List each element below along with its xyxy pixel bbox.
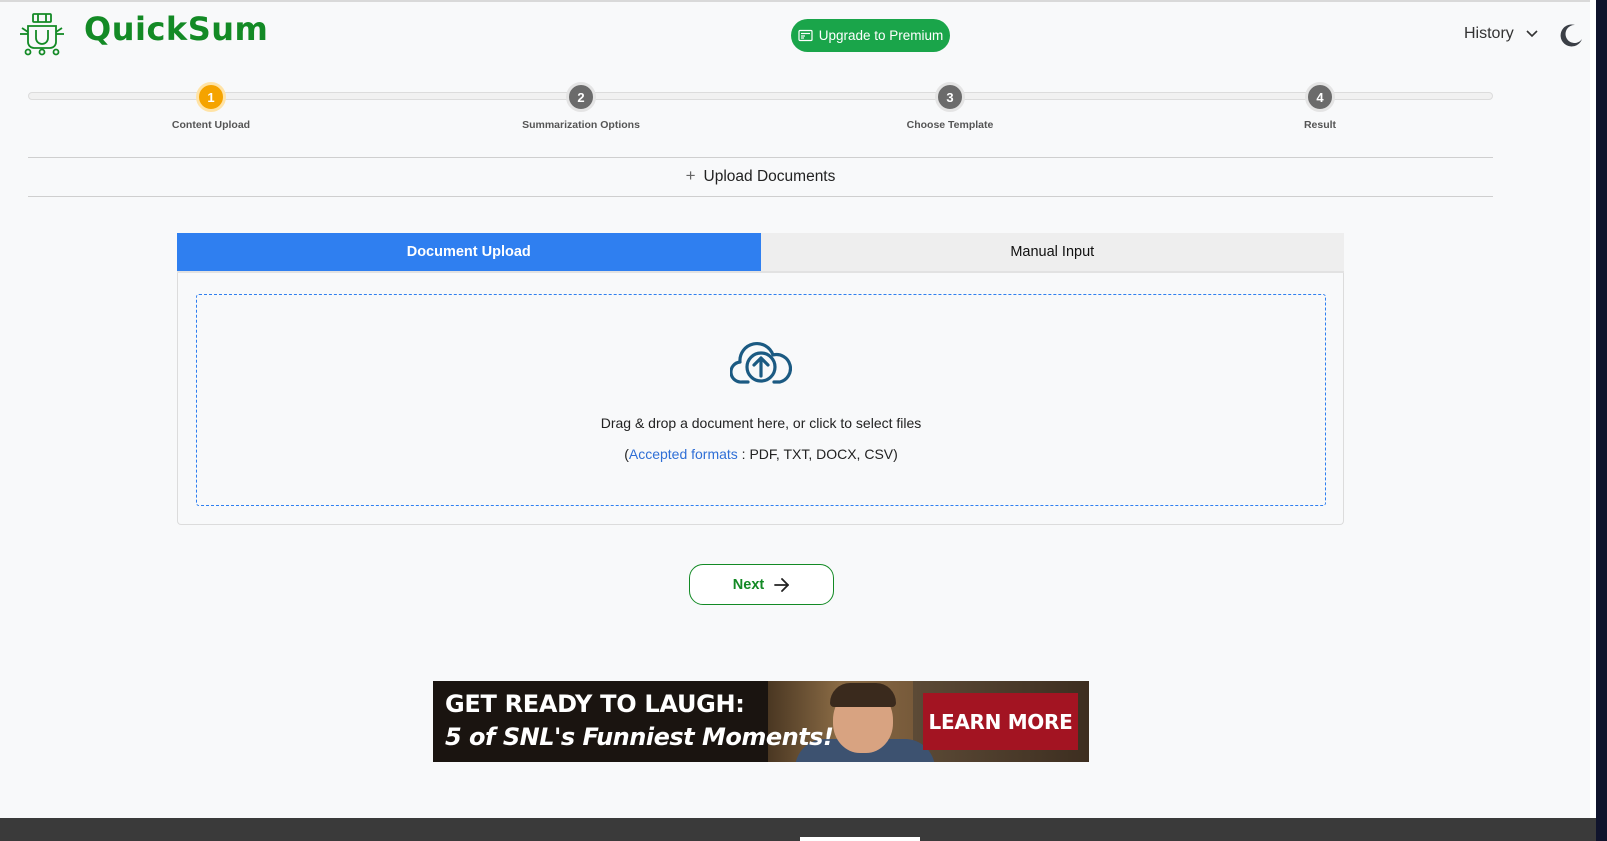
footer-strip [800, 837, 920, 841]
ad-subheadline: 5 of SNL's Funniest Moments! [445, 723, 834, 751]
divider [28, 157, 1493, 158]
top-border [0, 0, 1607, 2]
chevron-down-icon [1526, 30, 1538, 38]
step-label: Choose Template [906, 119, 994, 131]
footer [0, 818, 1596, 841]
next-button-label: Next [732, 576, 765, 593]
input-mode-tabs: Document Upload Manual Input [177, 233, 1344, 273]
upload-documents-toggle[interactable]: + Upload Documents [0, 166, 1521, 186]
next-button[interactable]: Next [689, 564, 834, 605]
robot-logo-icon[interactable] [18, 12, 66, 56]
divider [28, 196, 1493, 197]
premium-card-icon [798, 29, 813, 42]
dark-mode-moon-icon[interactable] [1558, 22, 1584, 48]
upgrade-premium-label: Upgrade to Premium [818, 28, 944, 43]
accepted-formats-line: (Accepted formats : PDF, TXT, DOCX, CSV) [196, 446, 1326, 462]
step-result: 4 Result [1220, 82, 1420, 131]
tab-document-upload[interactable]: Document Upload [177, 233, 761, 271]
advertisement-banner[interactable]: GET READY TO LAUGH: 5 of SNL's Funniest … [433, 681, 1089, 762]
history-label: History [1464, 25, 1514, 42]
step-label: Summarization Options [522, 119, 640, 131]
plus-icon: + [685, 166, 696, 185]
upgrade-premium-button[interactable]: Upgrade to Premium [791, 19, 950, 52]
dropzone-instructions: Drag & drop a document here, or click to… [600, 415, 922, 431]
step-label: Result [1303, 119, 1337, 131]
ad-person-image [830, 683, 896, 707]
file-dropzone[interactable] [196, 294, 1326, 506]
step-number: 4 [1305, 82, 1335, 112]
formats-list: : PDF, TXT, DOCX, CSV) [737, 446, 898, 462]
tab-manual-input[interactable]: Manual Input [760, 233, 1344, 271]
app-logo-text[interactable]: QuickSum [84, 10, 268, 48]
upload-documents-title: Upload Documents [703, 168, 836, 185]
step-content-upload: 1 Content Upload [111, 82, 311, 131]
step-label: Content Upload [171, 119, 251, 131]
history-dropdown[interactable]: History [1464, 25, 1538, 43]
step-summarization-options: 2 Summarization Options [481, 82, 681, 131]
step-number: 2 [566, 82, 596, 112]
step-number: 3 [935, 82, 965, 112]
scrollbar[interactable] [1596, 0, 1607, 841]
step-number: 1 [196, 82, 226, 112]
accepted-formats-link[interactable]: Accepted formats [629, 446, 738, 462]
arrow-right-icon [774, 577, 790, 592]
ad-headline: GET READY TO LAUGH: [445, 690, 745, 718]
cloud-upload-icon [730, 342, 792, 384]
ad-learn-more-button[interactable]: LEARN MORE [923, 693, 1078, 750]
step-choose-template: 3 Choose Template [850, 82, 1050, 131]
